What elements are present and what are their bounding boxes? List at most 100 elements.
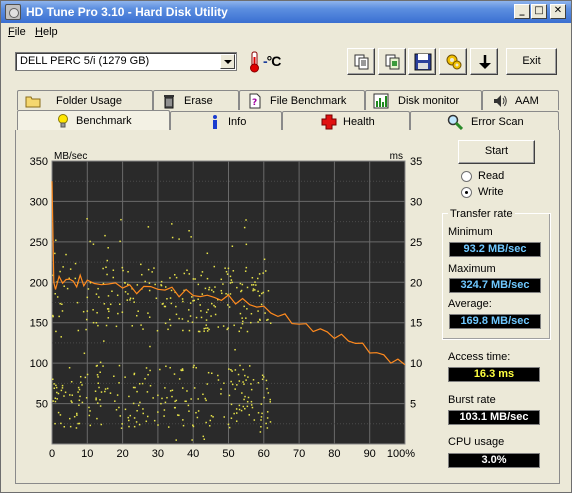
burst-rate-value: 103.1 MB/sec xyxy=(448,410,540,425)
access-time-point xyxy=(74,262,77,265)
chevron-down-icon[interactable] xyxy=(220,54,235,69)
y-right-tick-label: 25 xyxy=(410,237,422,249)
access-time-point xyxy=(188,230,190,232)
y-left-tick-label: 300 xyxy=(30,196,48,208)
access-time-point xyxy=(207,371,210,374)
tab-erase[interactable]: Erase xyxy=(153,90,239,110)
access-time-point xyxy=(169,366,171,369)
access-time-point xyxy=(245,266,248,269)
access-time-point xyxy=(145,367,148,369)
access-time-point xyxy=(220,278,223,281)
tab-error-scan[interactable]: Error Scan xyxy=(410,111,559,131)
access-time-point xyxy=(191,321,194,324)
access-time-point xyxy=(203,327,205,330)
close-button[interactable]: ✕ xyxy=(550,4,566,19)
maximize-button[interactable]: □ xyxy=(531,4,547,19)
tab-folder-usage-label: Folder Usage xyxy=(56,95,123,107)
access-time-point xyxy=(142,412,144,415)
menu-help[interactable]: Help xyxy=(35,26,58,38)
access-time-point xyxy=(258,294,261,297)
access-time-point xyxy=(211,372,213,375)
access-time-point xyxy=(83,352,86,355)
read-radio-circle[interactable] xyxy=(461,171,472,182)
write-radio-circle[interactable] xyxy=(461,187,472,198)
access-time-point xyxy=(245,379,247,381)
access-time-point xyxy=(250,312,253,315)
copy-text-button[interactable] xyxy=(347,48,375,75)
access-time-point xyxy=(63,395,65,397)
health-cross-icon xyxy=(321,114,337,130)
access-time-point xyxy=(267,392,270,394)
start-button[interactable]: Start xyxy=(458,140,535,164)
access-time-point xyxy=(233,324,235,327)
access-time-point xyxy=(202,393,204,396)
access-time-point xyxy=(230,403,233,406)
access-time-point xyxy=(178,414,180,417)
tab-benchmark-label: Benchmark xyxy=(76,115,132,127)
access-time-point xyxy=(86,296,89,299)
access-time-point xyxy=(188,329,191,332)
access-time-point xyxy=(190,236,192,238)
access-time-point xyxy=(258,273,261,275)
tab-health[interactable]: Health xyxy=(282,111,410,131)
access-time-point xyxy=(181,318,184,320)
access-time-point xyxy=(200,316,203,319)
access-time-point xyxy=(209,419,212,422)
access-time-point xyxy=(221,292,223,295)
clipboard-icon xyxy=(385,54,400,70)
y-left-unit-label: MB/sec xyxy=(54,151,87,162)
access-time-point xyxy=(118,303,121,305)
copy-screenshot-button[interactable] xyxy=(378,48,406,75)
minimize-button[interactable]: _ xyxy=(514,4,530,19)
tab-benchmark[interactable]: Benchmark xyxy=(17,110,170,131)
y-right-tick-label: 5 xyxy=(410,399,416,411)
access-time-point xyxy=(104,390,106,393)
access-time-point xyxy=(182,329,184,332)
access-time-point xyxy=(105,324,108,327)
options-button[interactable] xyxy=(439,48,467,75)
access-time-point xyxy=(207,308,209,311)
access-time-point xyxy=(160,402,162,405)
access-time-point xyxy=(138,423,141,426)
drive-select[interactable]: DELL PERC 5/i (1279 GB) xyxy=(15,52,237,71)
title-bar[interactable]: HD Tune Pro 3.10 - Hard Disk Utility _ □… xyxy=(1,1,571,23)
tab-info[interactable]: Info xyxy=(170,111,282,131)
x-tick-label: 40 xyxy=(187,448,199,460)
access-time-point xyxy=(86,218,88,220)
access-time-point xyxy=(261,292,263,295)
trash-icon xyxy=(164,95,174,109)
access-time-point xyxy=(59,302,61,305)
menu-file[interactable]: File xyxy=(8,26,26,38)
access-time-point xyxy=(166,396,168,399)
access-time-point xyxy=(97,287,99,290)
access-time-point xyxy=(246,405,249,408)
tab-aam[interactable]: AAM xyxy=(482,90,559,110)
access-time-point xyxy=(161,397,163,400)
access-time-point xyxy=(107,247,109,249)
access-time-point xyxy=(97,376,99,378)
access-time-point xyxy=(250,388,253,391)
download-button[interactable] xyxy=(470,48,498,75)
access-time-point xyxy=(246,286,249,289)
access-time-point xyxy=(203,438,206,440)
access-time-point xyxy=(124,282,126,284)
access-time-value: 16.3 ms xyxy=(448,367,540,382)
access-time-point xyxy=(261,374,264,377)
exit-button[interactable]: Exit xyxy=(506,48,557,75)
access-time-point xyxy=(92,321,95,324)
access-time-point xyxy=(156,329,159,332)
access-time-point xyxy=(260,403,263,405)
tab-health-label: Health xyxy=(343,116,375,128)
access-time-point xyxy=(170,289,173,292)
tab-disk-monitor[interactable]: Disk monitor xyxy=(365,90,482,110)
tab-file-benchmark[interactable]: ? File Benchmark xyxy=(239,90,365,110)
access-time-point xyxy=(147,373,149,376)
tab-folder-usage[interactable]: Folder Usage xyxy=(17,90,153,110)
access-time-point xyxy=(124,291,127,293)
access-time-point xyxy=(65,253,67,256)
access-time-point xyxy=(248,365,251,367)
access-time-point xyxy=(192,425,195,428)
access-time-point xyxy=(149,345,151,348)
access-time-point xyxy=(118,406,120,409)
save-button[interactable] xyxy=(408,48,436,75)
